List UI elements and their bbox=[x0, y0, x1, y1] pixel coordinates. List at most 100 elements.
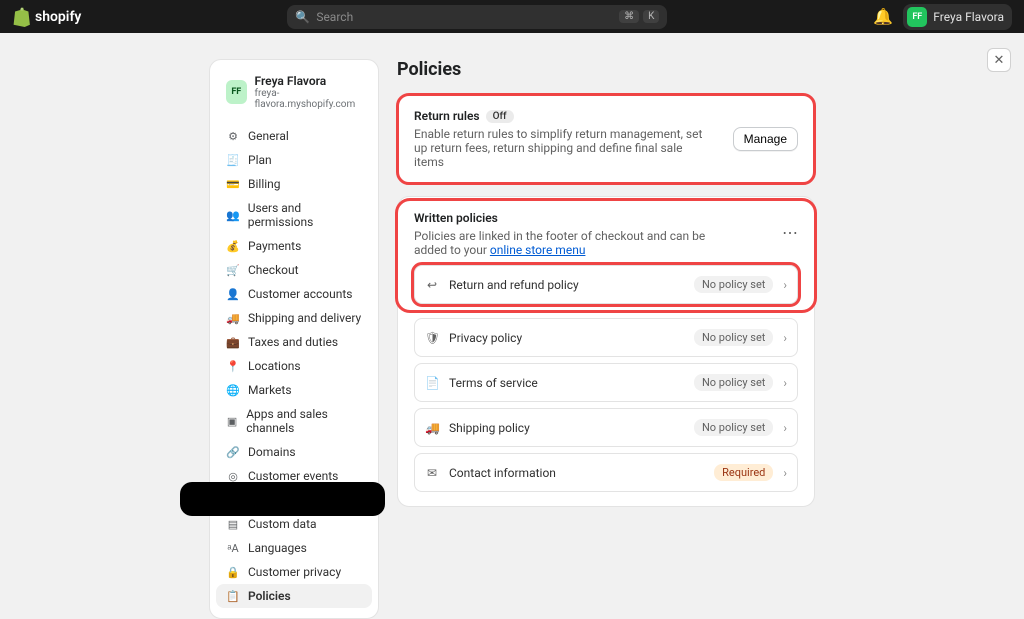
sidebar-item-general[interactable]: ⚙ General bbox=[216, 124, 372, 148]
policy-row-contact-information[interactable]: ✉Contact informationRequired› bbox=[414, 453, 798, 492]
sidebar-icon: 🔗 bbox=[226, 445, 240, 459]
chevron-right-icon: › bbox=[783, 376, 787, 390]
sidebar-item-label: Customer privacy bbox=[248, 565, 341, 579]
sidebar-item-apps-and-sales-channels[interactable]: ▣Apps and sales channels bbox=[216, 402, 372, 440]
brand-logo[interactable]: shopify bbox=[12, 7, 81, 27]
policy-icon: ✉ bbox=[425, 466, 439, 480]
policy-row-shipping-policy[interactable]: 🚚Shipping policyNo policy set› bbox=[414, 408, 798, 447]
sidebar-item-domains[interactable]: 🔗 Domains bbox=[216, 440, 372, 464]
sidebar-icon: 🛒 bbox=[226, 263, 240, 277]
sidebar-item-locations[interactable]: 📍Locations bbox=[216, 354, 372, 378]
policy-row-privacy-policy[interactable]: 🛡 Privacy policy No policy set › bbox=[414, 318, 798, 357]
sidebar-icon: 📍 bbox=[226, 359, 240, 373]
sidebar-item-markets[interactable]: 🌐 Markets bbox=[216, 378, 372, 402]
sidebar-item-users-and-permissions[interactable]: 👥 Users and permissions bbox=[216, 196, 372, 234]
sidebar-icon: 🧾 bbox=[226, 153, 240, 167]
sidebar-icon: 💼 bbox=[226, 335, 240, 349]
sidebar-item-label: Policies bbox=[248, 589, 291, 603]
return-rules-card: Return rules Off Enable return rules to … bbox=[397, 94, 815, 184]
sidebar-item-payments[interactable]: 💰Payments bbox=[216, 234, 372, 258]
sidebar-item-label: Checkout bbox=[248, 263, 299, 277]
policy-label: Contact information bbox=[449, 466, 556, 480]
policy-row-terms-of-service[interactable]: 📄Terms of serviceNo policy set› bbox=[414, 363, 798, 402]
sidebar-item-label: General bbox=[248, 129, 289, 143]
policy-status: No policy set bbox=[694, 329, 773, 346]
sidebar-item-label: Billing bbox=[248, 177, 281, 191]
page: FF Freya Flavora freya-flavora.myshopify… bbox=[0, 33, 1024, 619]
store-header[interactable]: FF Freya Flavora freya-flavora.myshopify… bbox=[216, 70, 372, 120]
sidebar-icon: 🔒 bbox=[226, 565, 240, 579]
sidebar-item-label: Payments bbox=[248, 239, 301, 253]
card-header-row: Return rules Off Enable return rules to … bbox=[414, 109, 798, 169]
manage-button[interactable]: Manage bbox=[733, 127, 798, 151]
online-store-menu-link[interactable]: online store menu bbox=[490, 243, 586, 257]
sidebar-item-label: Markets bbox=[248, 383, 292, 397]
sidebar-item-languages[interactable]: ᵃALanguages bbox=[216, 536, 372, 560]
policy-icon: 📄 bbox=[425, 376, 439, 390]
store-domain: freya-flavora.myshopify.com bbox=[255, 88, 362, 110]
sidebar-icon: 📋 bbox=[226, 589, 240, 603]
sidebar-item-label: Domains bbox=[248, 445, 296, 459]
sidebar-item-label: Languages bbox=[248, 541, 307, 555]
chevron-right-icon: › bbox=[783, 466, 787, 480]
sidebar-item-label: Customer events bbox=[248, 469, 338, 483]
sidebar-item-customer-accounts[interactable]: 👤 Customer accounts bbox=[216, 282, 372, 306]
sidebar-item-plan[interactable]: 🧾 Plan bbox=[216, 148, 372, 172]
avatar: FF bbox=[907, 7, 927, 27]
policy-label: Privacy policy bbox=[449, 331, 522, 345]
kbd-k: K bbox=[643, 10, 659, 23]
return-rules-title-row: Return rules Off bbox=[414, 109, 714, 123]
page-title: Policies bbox=[397, 59, 815, 80]
kbd-cmd: ⌘ bbox=[619, 10, 639, 23]
sidebar-icon: 👤 bbox=[226, 287, 240, 301]
search-input[interactable]: 🔍 Search ⌘ K bbox=[287, 5, 667, 29]
policy-status: No policy set bbox=[694, 276, 773, 293]
account-menu[interactable]: FF Freya Flavora bbox=[903, 4, 1012, 30]
chevron-right-icon: › bbox=[783, 331, 787, 345]
written-policies-desc: Policies are linked in the footer of che… bbox=[414, 229, 714, 257]
return-rules-title: Return rules bbox=[414, 109, 480, 123]
policy-icon: 🛡 bbox=[425, 331, 439, 345]
store-avatar: FF bbox=[226, 80, 247, 104]
policy-list-rest: 🛡Privacy policyNo policy set›📄Terms of s… bbox=[414, 318, 798, 492]
policy-list-first: ↩Return and refund policyNo policy set› bbox=[414, 265, 798, 304]
sidebar-icon: 🌐 bbox=[226, 383, 240, 397]
sidebar-item-label: Users and permissions bbox=[248, 201, 362, 229]
chevron-right-icon: › bbox=[783, 278, 787, 292]
sidebar-item-billing[interactable]: 💳 Billing bbox=[216, 172, 372, 196]
sidebar-item-label: Customer accounts bbox=[248, 287, 353, 301]
written-policies-header-highlight: Written policies Policies are linked in … bbox=[398, 201, 814, 310]
main-content: Policies Return rules Off Enable return … bbox=[397, 59, 815, 619]
policy-row-highlight: ↩Return and refund policyNo policy set› bbox=[414, 265, 798, 304]
policy-status: No policy set bbox=[694, 419, 773, 436]
bell-icon[interactable]: 🔔 bbox=[873, 7, 893, 26]
sidebar-item-label: Custom data bbox=[248, 517, 317, 531]
chevron-right-icon: › bbox=[783, 421, 787, 435]
sidebar-icon: ▣ bbox=[226, 414, 238, 428]
sidebar-item-checkout[interactable]: 🛒 Checkout bbox=[216, 258, 372, 282]
sidebar-item-label: Taxes and duties bbox=[248, 335, 338, 349]
written-policies-title: Written policies bbox=[414, 211, 714, 225]
search-wrap: 🔍 Search ⌘ K bbox=[89, 5, 865, 29]
search-shortcut: ⌘ K bbox=[619, 10, 659, 23]
sidebar-item-taxes-and-duties[interactable]: 💼 Taxes and duties bbox=[216, 330, 372, 354]
sidebar-icon: ⚙ bbox=[226, 129, 240, 143]
more-actions-icon[interactable]: ⋯ bbox=[782, 225, 798, 241]
avatar-name: Freya Flavora bbox=[933, 10, 1004, 24]
sidebar-item-customer-privacy[interactable]: 🔒 Customer privacy bbox=[216, 560, 372, 584]
sidebar-item-shipping-and-delivery[interactable]: 🚚Shipping and delivery bbox=[216, 306, 372, 330]
settings-sidebar: FF Freya Flavora freya-flavora.myshopify… bbox=[209, 59, 379, 619]
close-button[interactable]: ✕ bbox=[987, 48, 1011, 72]
return-rules-description: Enable return rules to simplify return m… bbox=[414, 127, 714, 169]
return-rules-status: Off bbox=[486, 110, 514, 123]
sidebar-item-policies[interactable]: 📋 Policies bbox=[216, 584, 372, 608]
sidebar-item-label: Plan bbox=[248, 153, 272, 167]
shopify-bag-icon bbox=[12, 7, 30, 27]
sidebar-list: ⚙ General 🧾 Plan 💳 Billing 👥 Users and permissi… bbox=[216, 124, 372, 608]
sidebar-item-label: Shipping and delivery bbox=[248, 311, 361, 325]
policy-row-return-and-refund-policy[interactable]: ↩Return and refund policyNo policy set› bbox=[414, 265, 798, 304]
policy-label: Shipping policy bbox=[449, 421, 530, 435]
sidebar-icon: 💳 bbox=[226, 177, 240, 191]
store-name: Freya Flavora bbox=[255, 74, 362, 88]
sidebar-icon: 👥 bbox=[226, 208, 240, 222]
